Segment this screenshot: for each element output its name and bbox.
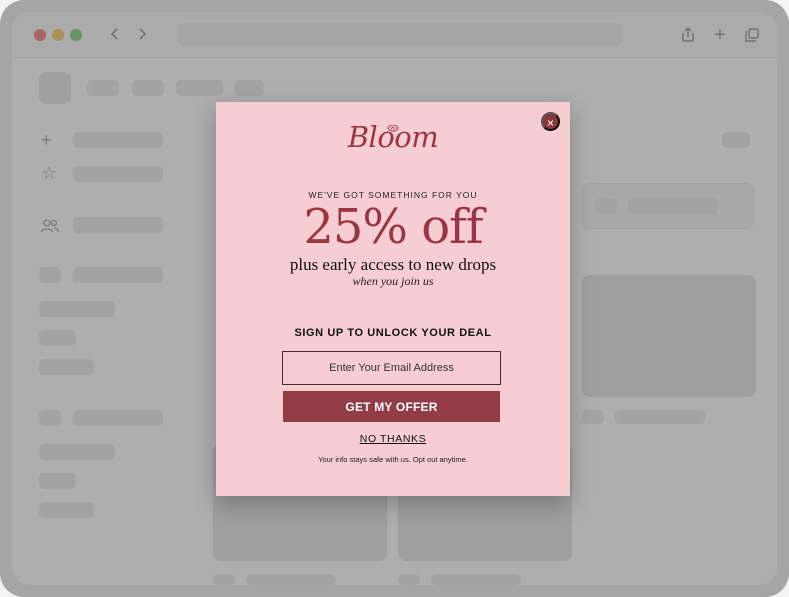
- offer-subhead: plus early access to new drops: [289, 255, 497, 274]
- privacy-note: Your info stays safe with us. Opt out an…: [318, 455, 468, 464]
- no-thanks-link[interactable]: NO THANKS: [216, 433, 570, 445]
- rose-icon: [386, 122, 400, 132]
- signup-heading: SIGN UP TO UNLOCK YOUR DEAL: [294, 327, 492, 339]
- promo-modal: × Bloom WE'VE GOT SOMETHING FOR YOU 25% …: [216, 102, 570, 496]
- offer-subtext: when you join us: [352, 274, 434, 288]
- discount-headline: 25% off: [303, 199, 483, 255]
- email-input[interactable]: [282, 351, 501, 385]
- get-offer-button[interactable]: GET MY OFFER: [283, 391, 500, 422]
